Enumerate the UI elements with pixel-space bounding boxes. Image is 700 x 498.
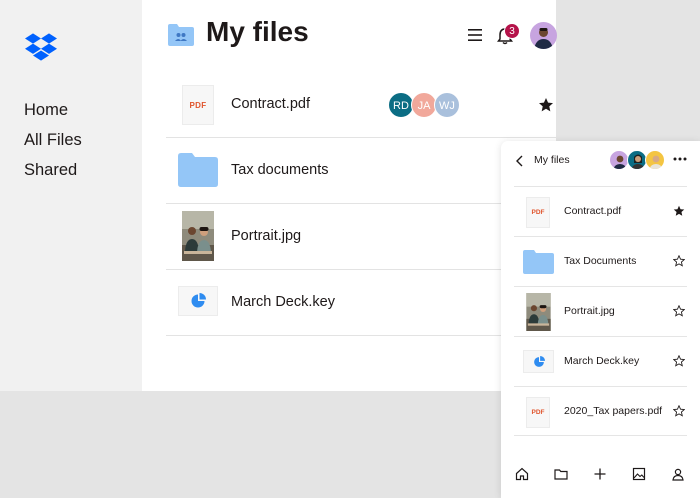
- pdf-file-icon: PDF: [526, 197, 550, 228]
- file-name[interactable]: Contract.pdf: [231, 96, 310, 112]
- notification-badge: 3: [504, 23, 520, 39]
- star-filled-icon[interactable]: [673, 205, 685, 217]
- pie-chart-icon: [533, 355, 545, 367]
- pdf-file-icon: PDF: [526, 397, 550, 428]
- mobile-app-panel: My files PDF Contract.pdf Tax Documents: [501, 141, 700, 498]
- file-row[interactable]: Portrait.jpg: [166, 204, 556, 270]
- file-name[interactable]: Contract.pdf: [564, 205, 621, 217]
- mobile-shared-avatars: [609, 150, 667, 172]
- avatar: [645, 150, 665, 170]
- list-item[interactable]: Portrait.jpg: [514, 286, 687, 336]
- pdf-label: PDF: [531, 209, 545, 216]
- folder-icon: [523, 250, 554, 274]
- file-row[interactable]: Tax documents: [166, 138, 556, 204]
- file-name[interactable]: Tax Documents: [564, 255, 636, 267]
- file-name[interactable]: March Deck.key: [564, 355, 639, 367]
- plus-icon[interactable]: [593, 467, 607, 481]
- chevron-left-icon[interactable]: [515, 155, 525, 167]
- star-filled-icon[interactable]: [538, 97, 554, 113]
- star-outline-icon[interactable]: [673, 255, 685, 267]
- pdf-label: PDF: [531, 409, 545, 416]
- sidebar-item-shared[interactable]: Shared: [24, 155, 82, 185]
- folder-shared-icon: [168, 24, 194, 46]
- dropbox-logo-icon[interactable]: [25, 33, 57, 61]
- keynote-file-icon: [178, 286, 218, 316]
- pdf-file-icon: PDF: [182, 85, 214, 125]
- list-item[interactable]: PDF Contract.pdf: [514, 186, 687, 236]
- file-name[interactable]: 2020_Tax papers.pdf: [564, 405, 662, 417]
- sidebar-item-all-files[interactable]: All Files: [24, 125, 82, 155]
- menu-icon[interactable]: [468, 29, 482, 41]
- more-options-icon[interactable]: [673, 155, 687, 163]
- avatar: [609, 150, 629, 170]
- file-name[interactable]: Portrait.jpg: [231, 228, 301, 244]
- star-outline-icon[interactable]: [673, 405, 685, 417]
- list-item[interactable]: March Deck.key: [514, 336, 687, 386]
- star-outline-icon[interactable]: [673, 305, 685, 317]
- sidebar: Home All Files Shared: [0, 0, 142, 391]
- folder-icon: [178, 153, 218, 187]
- avatar: [627, 150, 647, 170]
- keynote-file-icon: [523, 350, 554, 373]
- mobile-tab-bar: [501, 467, 700, 487]
- file-row[interactable]: PDF Contract.pdf RD JA WJ: [166, 72, 556, 138]
- main-panel: My files 3 PDF Contract.pdf RD JA WJ Tax…: [142, 0, 557, 391]
- file-name[interactable]: Portrait.jpg: [564, 305, 615, 317]
- page-title: My files: [206, 16, 309, 47]
- pie-chart-icon: [191, 293, 206, 308]
- folder-icon[interactable]: [554, 467, 568, 481]
- image-thumbnail: [526, 293, 551, 331]
- image-thumbnail: [182, 211, 214, 261]
- file-name[interactable]: March Deck.key: [231, 294, 335, 310]
- account-icon[interactable]: [671, 467, 685, 481]
- mobile-title: My files: [534, 154, 570, 166]
- avatar-wj: WJ: [434, 92, 460, 118]
- file-row[interactable]: March Deck.key: [166, 270, 556, 336]
- sidebar-nav: Home All Files Shared: [24, 95, 82, 185]
- pdf-label: PDF: [189, 100, 207, 110]
- photos-icon[interactable]: [632, 467, 646, 481]
- home-icon[interactable]: [515, 467, 529, 481]
- sidebar-item-home[interactable]: Home: [24, 95, 82, 125]
- star-outline-icon[interactable]: [673, 355, 685, 367]
- list-item[interactable]: PDF 2020_Tax papers.pdf: [514, 386, 687, 436]
- list-item[interactable]: Tax Documents: [514, 236, 687, 286]
- avatar[interactable]: [530, 22, 557, 49]
- file-name[interactable]: Tax documents: [231, 162, 329, 178]
